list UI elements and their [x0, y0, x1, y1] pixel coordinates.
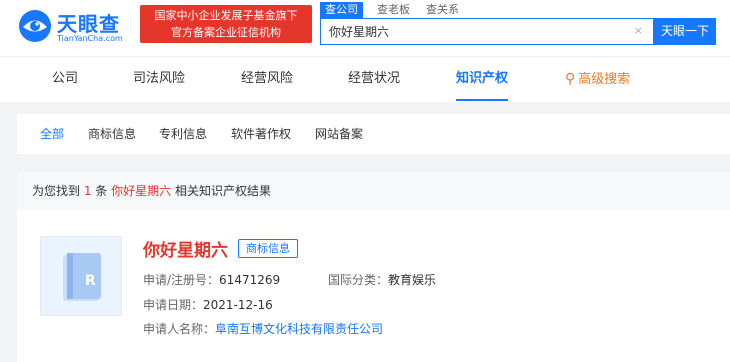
field-registration-number: 申请/注册号：61471269	[143, 272, 280, 288]
result-title[interactable]: 你好星期六	[143, 236, 228, 261]
advanced-search-label: 高级搜索	[578, 72, 631, 87]
count-keyword: 你好星期六	[111, 184, 172, 198]
trademark-thumbnail[interactable]: R	[40, 236, 122, 316]
count-unit: 条	[95, 184, 108, 198]
search-input[interactable]	[321, 19, 631, 44]
reg-value: 61471269	[219, 273, 281, 287]
tab-search-company[interactable]: 查公司	[320, 2, 363, 18]
date-label: 申请日期：	[143, 298, 204, 312]
result-count: 为您找到 1 条 你好星期六 相关知识产权结果	[17, 172, 730, 210]
filter-website-filing[interactable]: 网站备案	[315, 114, 363, 154]
badge-line-1: 国家中小企业发展子基金旗下	[154, 9, 298, 22]
class-value: 教育娱乐	[388, 273, 437, 287]
tianyancha-logo[interactable]: 天眼查 TianYanCha.com	[17, 6, 135, 48]
nav-operating-status[interactable]: 经营状况	[348, 57, 400, 101]
applicant-link[interactable]: 阜南互博文化科技有限责任公司	[215, 322, 383, 336]
count-suffix: 相关知识产权结果	[175, 184, 272, 198]
clear-icon[interactable]: ×	[634, 25, 643, 37]
tab-search-relation[interactable]: 查关系	[426, 2, 459, 18]
nav-judicial-risk[interactable]: 司法风险	[133, 57, 185, 101]
field-international-class: 国际分类：教育娱乐	[328, 272, 436, 288]
logo-text: 天眼查	[57, 12, 120, 36]
nav-company[interactable]: 公司	[52, 57, 78, 101]
class-label: 国际分类：	[328, 273, 389, 287]
search-button[interactable]: 天眼一下	[654, 18, 716, 45]
ip-type-filter: 全部 商标信息 专利信息 软件著作权 网站备案	[17, 114, 730, 154]
filter-patent[interactable]: 专利信息	[159, 114, 207, 154]
applicant-label: 申请人名称：	[143, 322, 216, 336]
nav-intellectual-property[interactable]: 知识产权	[456, 57, 509, 101]
field-applicant: 申请人名称：阜南互博文化科技有限责任公司	[143, 321, 383, 337]
category-nav: 公司 司法风险 经营风险 经营状况 知识产权 ⚲ 高级搜索	[0, 56, 730, 102]
search-box: ×	[320, 18, 654, 45]
filter-all[interactable]: 全部	[40, 114, 64, 154]
official-badge: 国家中小企业发展子基金旗下 官方备案企业征信机构	[140, 5, 312, 43]
trademark-book-icon: R	[63, 253, 101, 301]
search-icon: ⚲	[565, 71, 576, 87]
nav-advanced-search[interactable]: ⚲ 高级搜索	[565, 57, 630, 101]
badge-line-2: 官方备案企业征信机构	[171, 26, 281, 39]
filter-trademark[interactable]: 商标信息	[88, 114, 136, 154]
site-header: 天眼查 TianYanCha.com 国家中小企业发展子基金旗下 官方备案企业征…	[0, 0, 730, 56]
date-value: 2021-12-16	[203, 298, 273, 312]
reg-label: 申请/注册号：	[143, 273, 220, 287]
field-application-date: 申请日期：2021-12-16	[143, 297, 273, 313]
count-number: 1	[83, 184, 92, 198]
nav-operating-risk[interactable]: 经营风险	[241, 57, 293, 101]
trademark-letter: R	[85, 273, 96, 289]
tab-search-boss[interactable]: 查老板	[377, 2, 410, 18]
result-type-tag: 商标信息	[238, 239, 298, 258]
count-prefix: 为您找到	[32, 184, 81, 198]
filter-software-copyright[interactable]: 软件著作权	[231, 114, 291, 154]
logo-subtext: TianYanCha.com	[57, 34, 123, 43]
eye-logo-icon	[19, 10, 51, 42]
result-card: R 你好星期六 商标信息 申请/注册号：61471269 国际分类：教育娱乐 申…	[17, 210, 730, 362]
